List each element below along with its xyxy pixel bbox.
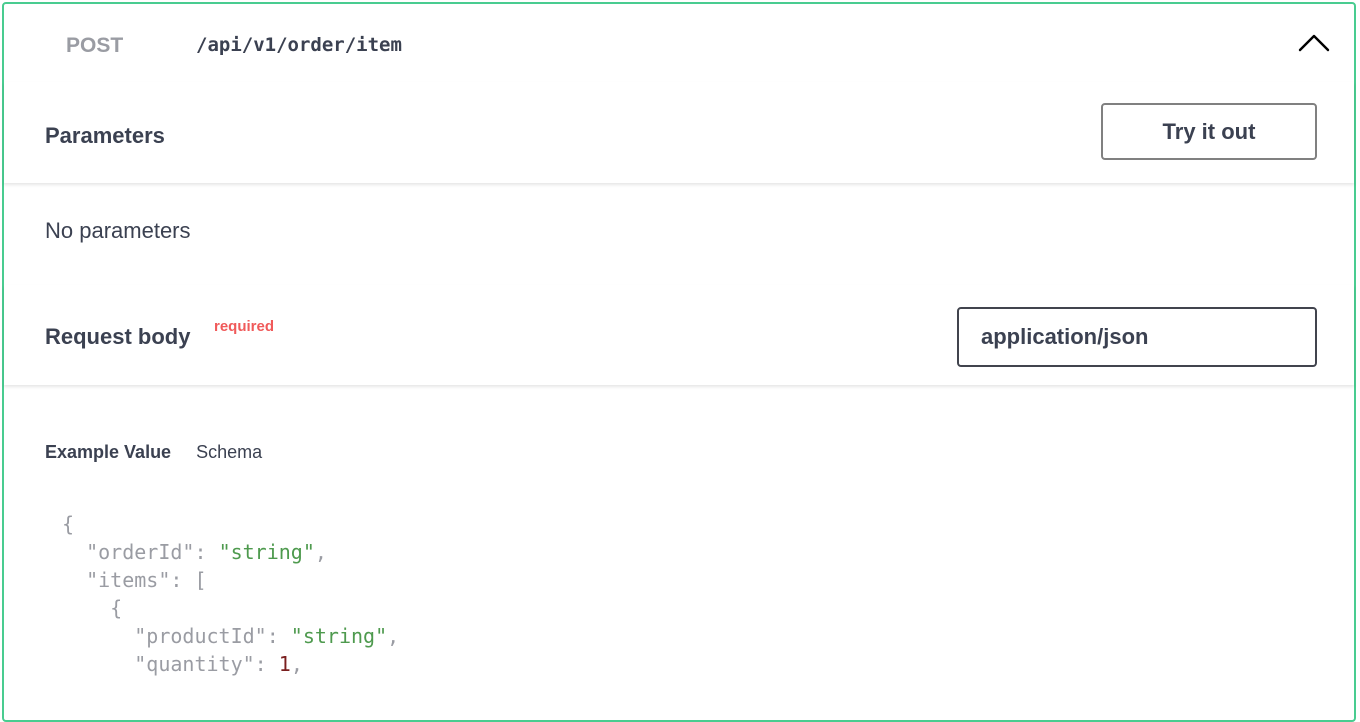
required-badge: required <box>214 318 275 335</box>
json-punct: { <box>110 596 123 620</box>
json-string-value: "string" <box>218 540 315 564</box>
json-string-value: "string" <box>290 624 388 648</box>
tab-example-value[interactable]: Example Value <box>45 442 171 463</box>
code-line: "orderId": "string", <box>62 538 399 566</box>
json-key: "productId" <box>134 624 267 648</box>
tab-schema[interactable]: Schema <box>196 442 262 463</box>
code-line: "items": [ <box>62 566 399 594</box>
json-key: "items" <box>86 568 171 592</box>
code-line: "quantity": 1, <box>62 650 399 678</box>
json-punct: , <box>290 652 303 676</box>
parameters-title: Parameters <box>45 123 165 148</box>
json-number-value: 1 <box>278 652 291 676</box>
json-punct: { <box>62 512 75 536</box>
code-line: { <box>62 594 399 622</box>
content-type-select[interactable]: application/json <box>957 307 1317 367</box>
operation-summary[interactable]: POST /api/v1/order/item <box>4 4 1354 84</box>
example-tabs: Example Value Schema <box>45 442 262 463</box>
json-punct: : <box>266 624 291 648</box>
request-body-header: Request body required application/json <box>4 285 1354 385</box>
endpoint-path: /api/v1/order/item <box>196 34 402 56</box>
no-parameters-text: No parameters <box>45 218 191 243</box>
http-method: POST <box>66 34 124 57</box>
parameters-header: Parameters Try it out <box>4 82 1354 183</box>
operation-block: POST /api/v1/order/item Parameters Try i… <box>2 2 1356 722</box>
json-key: "orderId" <box>86 540 195 564</box>
code-line: "productId": "string", <box>62 622 399 650</box>
json-key: "quantity" <box>134 652 255 676</box>
chevron-up-icon <box>1298 34 1330 52</box>
json-punct: : <box>194 540 219 564</box>
json-punct: : [ <box>170 568 207 592</box>
collapse-button[interactable] <box>1294 24 1334 60</box>
json-punct: , <box>314 540 327 564</box>
json-punct: , <box>387 624 400 648</box>
example-json-code: { "orderId": "string", "items": [ { "pro… <box>62 510 399 678</box>
request-body-title: Request body <box>45 324 191 349</box>
code-line: { <box>62 510 399 538</box>
try-it-out-button[interactable]: Try it out <box>1101 103 1317 160</box>
json-punct: : <box>254 652 279 676</box>
